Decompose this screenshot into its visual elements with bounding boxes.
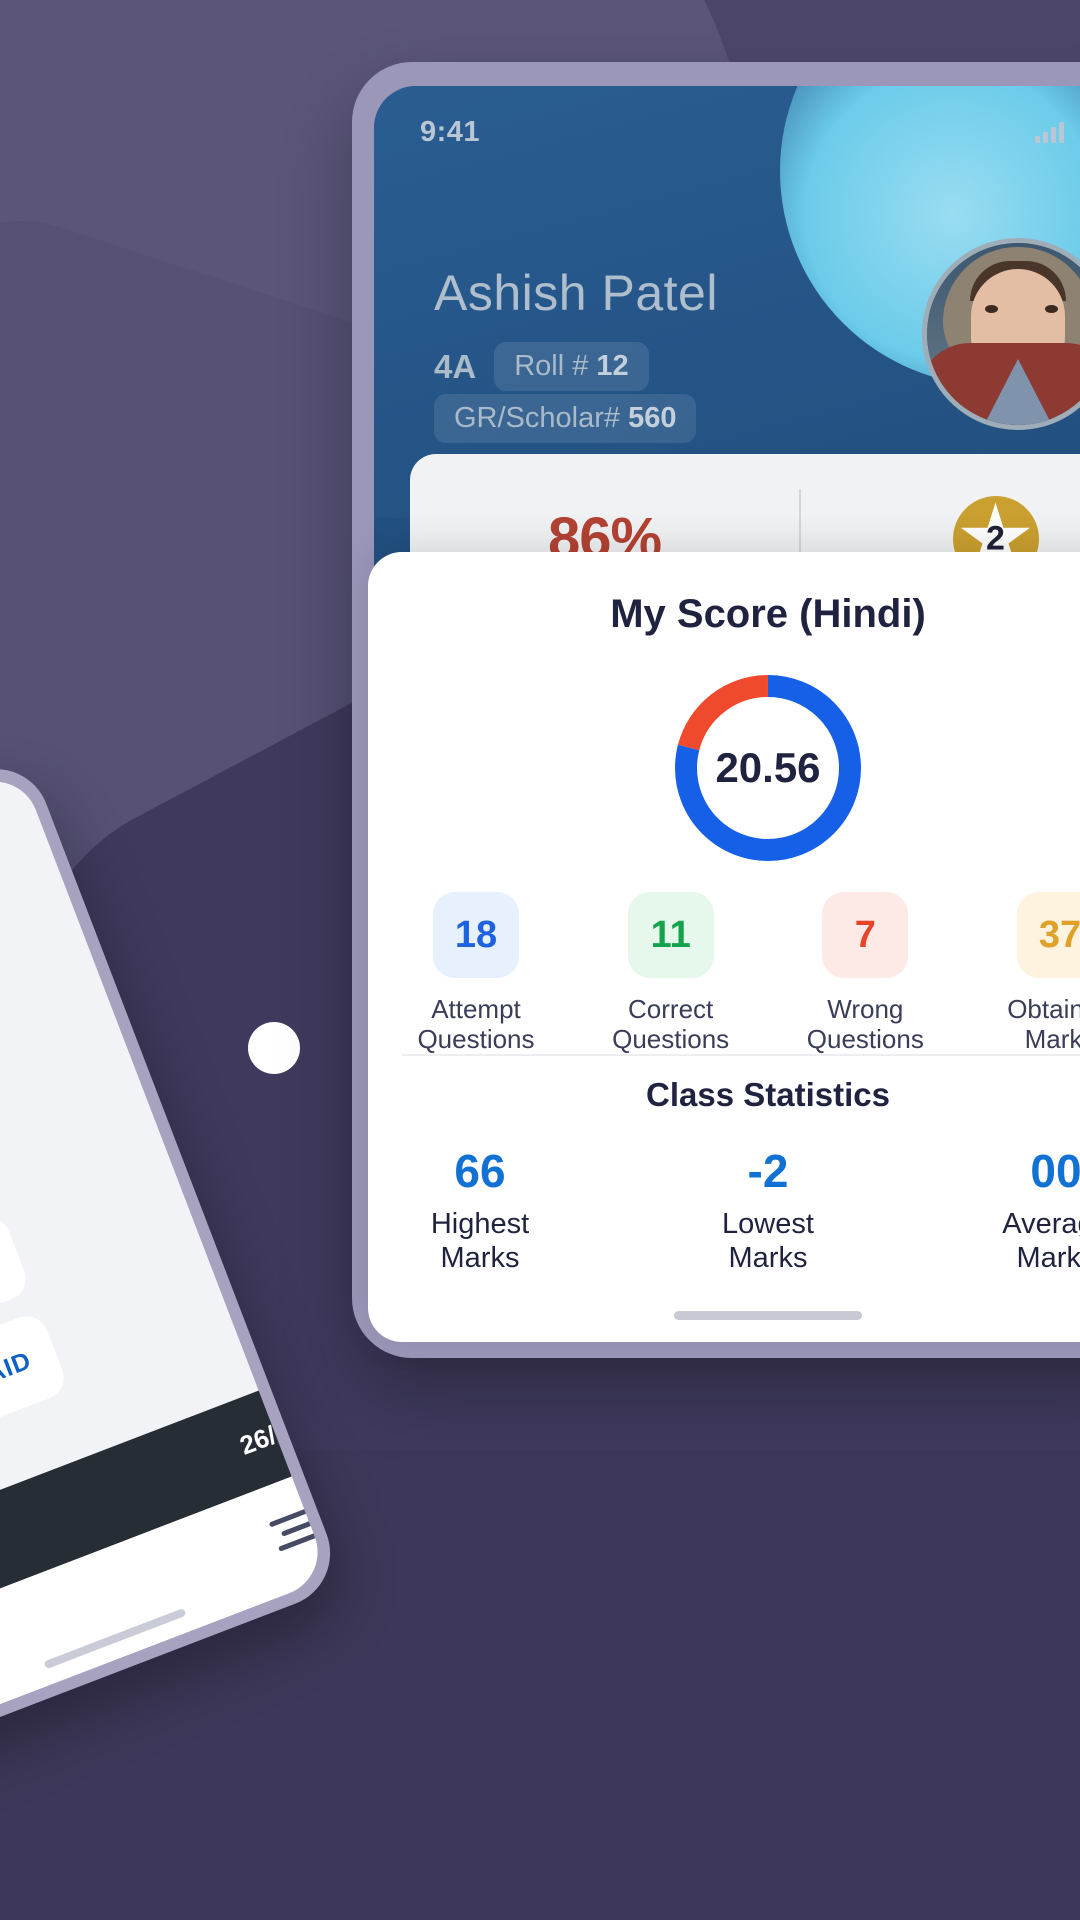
- class-stat-caption-line2: Marks: [1016, 1241, 1080, 1274]
- chip-caption-line1: Attempt: [431, 994, 521, 1024]
- score-value: 20.56: [715, 744, 821, 791]
- class-stat-value: 66: [454, 1145, 506, 1197]
- class-stat-caption: Highest Marks: [431, 1208, 529, 1275]
- chip-caption: Attempt Questions: [417, 994, 534, 1054]
- signal-bars-icon: [1035, 121, 1064, 143]
- chip-caption-line2: Questions: [417, 1024, 535, 1055]
- fee-status-badge: PAID: [0, 1345, 36, 1395]
- gr-scholar-chip: GR/Scholar# 560: [434, 394, 697, 443]
- sheet-divider: [402, 1054, 1080, 1056]
- chip-caption: Correct Questions: [612, 994, 729, 1054]
- class-statistics-title: Class Statistics: [646, 1076, 890, 1113]
- class-stat-caption-line1: Lowest: [722, 1208, 814, 1240]
- chip-caption-line2: Questions: [806, 1024, 924, 1055]
- chip-caption-line2: Marks: [1024, 1024, 1080, 1055]
- class-stat-average: 00 Average Marks: [968, 1144, 1080, 1275]
- stat-chip-attempt[interactable]: 18 Attempt Questions: [396, 892, 556, 1054]
- class-stat-caption: Average Marks: [1002, 1208, 1080, 1275]
- class-stat-value: 00: [1030, 1145, 1080, 1197]
- question-stats-row: 18 Attempt Questions 11 Correct Question…: [396, 892, 1080, 1054]
- home-indicator: [674, 1311, 862, 1320]
- roll-label: Roll #: [514, 350, 589, 382]
- class-stat-caption-line1: Average: [1002, 1208, 1080, 1240]
- chip-caption-line2: Questions: [612, 1024, 730, 1055]
- class-stat-value: -2: [747, 1145, 789, 1197]
- student-name: Ashish Patel: [434, 265, 718, 321]
- status-bar-icons: [1035, 121, 1080, 143]
- class-stat-caption-line2: Marks: [440, 1241, 520, 1274]
- stat-chip-correct[interactable]: 11 Correct Questions: [591, 892, 751, 1054]
- wifi-icon: [1076, 121, 1080, 143]
- class-statistics-row: 66 Highest Marks -2 Lowest Marks 00 Aver…: [392, 1144, 1080, 1275]
- chip-caption: Wrong Questions: [807, 994, 924, 1054]
- screenshot-root: Dec 00/- PAID 5000/- PAID Days Ago 26/5: [0, 0, 1080, 1920]
- gr-value: 560: [628, 402, 677, 434]
- decorative-dot: [248, 1022, 300, 1074]
- chip-caption-line1: Obtained: [1007, 994, 1080, 1024]
- class-stat-caption-line1: Highest: [430, 1208, 530, 1240]
- class-stat-caption: Lowest Marks: [722, 1208, 814, 1275]
- chip-caption: Obtained Marks: [1007, 994, 1080, 1054]
- class-stat-lowest: -2 Lowest Marks: [680, 1144, 856, 1275]
- chip-value: 7: [822, 892, 909, 978]
- score-donut-chart: 20.56: [670, 670, 866, 866]
- my-score-sheet: My Score (Hindi) × 20.56 18 Attempt Ques…: [368, 552, 1080, 1342]
- gr-label: GR/Scholar#: [454, 402, 621, 434]
- status-bar: 9:41: [374, 86, 1080, 178]
- roll-value: 12: [596, 350, 629, 382]
- student-meta-row: 4A Roll # 12: [434, 342, 649, 391]
- roll-number-chip: Roll # 12: [494, 342, 649, 391]
- class-stat-caption-line2: Marks: [728, 1241, 808, 1274]
- status-bar-time: 9:41: [420, 115, 481, 148]
- sheet-title: My Score (Hindi): [610, 592, 926, 636]
- chip-value: 11: [627, 892, 714, 978]
- avatar[interactable]: [922, 238, 1080, 430]
- class-stat-highest: 66 Highest Marks: [392, 1144, 568, 1275]
- chip-value: 18: [433, 892, 519, 978]
- student-class: 4A: [434, 347, 477, 385]
- chip-caption-line1: Correct: [628, 994, 714, 1024]
- stat-chip-obtained[interactable]: 37 Obtained Marks: [980, 892, 1080, 1054]
- chip-caption-line1: Wrong: [827, 994, 904, 1024]
- chip-value: 37: [1016, 892, 1080, 978]
- stat-chip-wrong[interactable]: 7 Wrong Questions: [785, 892, 945, 1054]
